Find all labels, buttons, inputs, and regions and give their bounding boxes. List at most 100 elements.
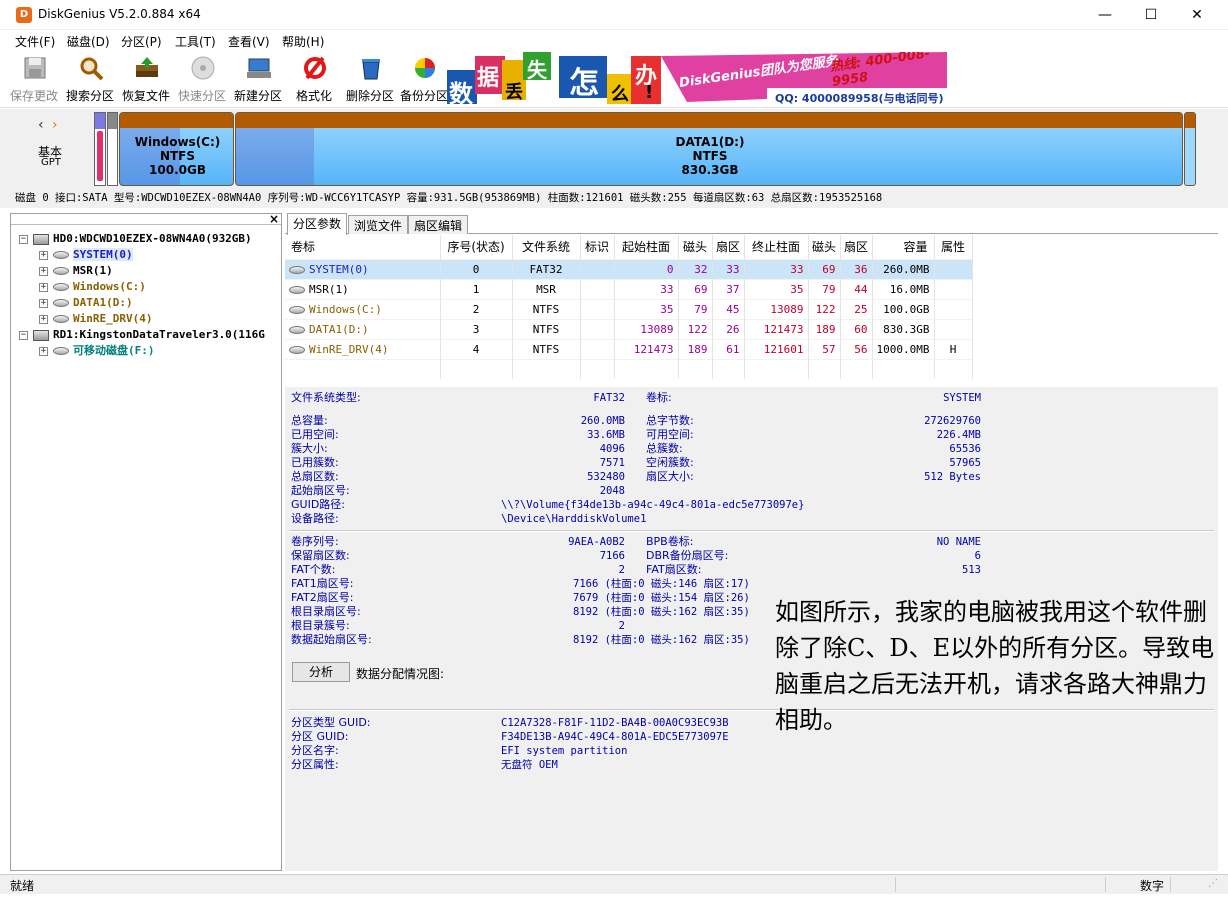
disk-next-icon[interactable]: ›	[52, 117, 58, 133]
partition-icon	[53, 283, 69, 291]
table-row[interactable]: WinRE_DRV(4) 4 NTFS 121473 189 61 121601…	[285, 338, 973, 359]
detail-label: 分区类型 GUID:	[291, 716, 371, 729]
detail-label: 总容量:	[291, 414, 328, 427]
detail-value: SYSTEM	[943, 392, 981, 404]
promo-banner[interactable]: 数 据 丢 失 怎 么 办 ! DiskGenius团队为您服务 热线: 400…	[447, 52, 947, 106]
col-header[interactable]: 卷标	[285, 235, 441, 259]
detail-value: 57965	[949, 457, 981, 469]
col-header[interactable]: 容量	[872, 235, 935, 259]
partition-icon	[53, 251, 69, 259]
numlock-indicator: 数字	[1140, 879, 1165, 893]
banner-char: !	[645, 82, 654, 103]
question-caption: 如图所示，我家的电脑被我用这个软件删除了除C、D、E以外的所有分区。导致电脑重启…	[775, 598, 1215, 734]
col-header[interactable]: 磁头	[678, 235, 713, 259]
search-partition-button[interactable]: 搜索分区	[62, 52, 118, 106]
recover-files-button[interactable]: 恢复文件	[118, 52, 174, 106]
partition-c-block[interactable]: Windows(C:) NTFS 100.0GB	[119, 112, 234, 186]
partition-c-fs: NTFS	[159, 149, 196, 163]
tab-browse-files[interactable]: 浏览文件	[348, 215, 409, 234]
detail-value: 7571	[599, 457, 625, 469]
col-header[interactable]: 序号(状态)	[440, 235, 513, 259]
menu-partition[interactable]: 分区(P)	[121, 33, 162, 50]
partition-c-name: Windows(C:)	[134, 135, 221, 149]
detail-label: 起始扇区号:	[291, 484, 350, 497]
col-header[interactable]: 扇区	[840, 235, 873, 259]
disk-scheme-label: GPT	[41, 157, 61, 168]
table-row[interactable]: Windows(C:) 2 NTFS 35 79 45 13089 122 25…	[285, 298, 973, 319]
minimize-button[interactable]: —	[1082, 0, 1128, 30]
tab-partition-params[interactable]: 分区参数	[287, 213, 348, 235]
banner-char: 失	[527, 58, 547, 82]
col-header[interactable]: 终止柱面	[744, 235, 809, 259]
delete-icon	[362, 59, 380, 80]
new-partition-button[interactable]: 新建分区	[230, 52, 286, 106]
menu-file[interactable]: 文件(F)	[15, 33, 55, 50]
partition-icon	[289, 345, 305, 354]
detail-value: FAT32	[593, 392, 625, 404]
col-header[interactable]: 属性	[934, 235, 973, 259]
divider	[289, 530, 1214, 532]
disk-tree-panel: × − HD0:WDCWD10EZEX-08WN4A0(932GB) + SYS…	[10, 212, 282, 871]
maximize-button[interactable]: ☐	[1128, 0, 1174, 30]
table-row[interactable]: MSR(1) 1 MSR 33 69 37 35 79 44 16.0MB	[285, 278, 973, 299]
recover-icon	[136, 57, 158, 77]
table-row[interactable]: SYSTEM(0) 0 FAT32 0 32 33 33 69 36 260.0…	[285, 258, 973, 279]
partition-system-block[interactable]	[94, 112, 106, 186]
backup-icon	[415, 58, 435, 78]
usb-disk-icon	[33, 329, 49, 341]
close-button[interactable]: ✕	[1174, 0, 1220, 30]
col-header[interactable]: 标识	[580, 235, 615, 259]
partition-d-fs: NTFS	[692, 149, 728, 163]
col-header[interactable]: 磁头	[808, 235, 841, 259]
menu-help[interactable]: 帮助(H)	[282, 33, 324, 50]
detail-value: 7679 (柱面:0 磁头:154 扇区:26)	[573, 592, 750, 604]
disk-prev-icon[interactable]: ‹	[38, 117, 44, 133]
banner-char: 怎	[569, 66, 599, 101]
partition-table: 卷标 序号(状态) 文件系统 标识 起始柱面 磁头 扇区 终止柱面 磁头 扇区 …	[285, 235, 973, 379]
save-changes-button[interactable]: 保存更改	[6, 52, 62, 106]
col-header[interactable]: 扇区	[712, 235, 745, 259]
detail-label: 总字节数:	[646, 414, 694, 427]
disk-map: ‹ › 基本 GPT Windows(C:) NTFS 100.0GB DATA…	[0, 109, 1228, 188]
col-header[interactable]: 文件系统	[512, 235, 581, 259]
menu-tools[interactable]: 工具(T)	[175, 33, 216, 50]
detail-label: 已用簇数:	[291, 456, 339, 469]
partition-winre-block[interactable]	[1184, 112, 1196, 186]
quick-partition-icon	[191, 56, 215, 80]
col-header[interactable]: 起始柱面	[614, 235, 679, 259]
format-button[interactable]: 格式化	[286, 52, 342, 106]
detail-label: 分区名字:	[291, 744, 339, 757]
detail-value: 7166 (柱面:0 磁头:146 扇区:17)	[573, 578, 750, 590]
detail-value: \\?\Volume{f34de13b-a94c-49c4-801a-edc5e…	[501, 499, 805, 511]
detail-value: 8192 (柱面:0 磁头:162 扇区:35)	[573, 634, 750, 646]
delete-partition-button[interactable]: 删除分区	[342, 52, 398, 106]
detail-value: F34DE13B-A94C-49C4-801A-EDC5E773097E	[501, 731, 729, 743]
detail-label: 卷标:	[646, 391, 672, 404]
backup-partition-button[interactable]: 备份分区	[396, 52, 452, 106]
menu-bar: 文件(F) 磁盘(D) 分区(P) 工具(T) 查看(V) 帮助(H)	[0, 30, 1228, 52]
format-icon	[304, 56, 326, 80]
partition-msr-block[interactable]	[107, 112, 118, 186]
quick-partition-button[interactable]: 快速分区	[174, 52, 230, 106]
detail-value: 2048	[599, 485, 625, 497]
partition-icon	[53, 299, 69, 307]
partition-d-size: 830.3GB	[681, 163, 739, 177]
status-text: 就绪	[10, 879, 35, 893]
resize-grip-icon[interactable]: ⋰	[1208, 878, 1218, 889]
menu-disk[interactable]: 磁盘(D)	[67, 33, 110, 50]
partition-icon	[289, 265, 305, 274]
tab-sector-editor[interactable]: 扇区编辑	[408, 215, 469, 234]
detail-label: 数据起始扇区号:	[291, 633, 372, 646]
banner-char: 么	[611, 84, 629, 105]
hard-disk-icon	[33, 233, 49, 245]
detail-label: GUID路径:	[291, 498, 345, 511]
allocation-map-label: 数据分配情况图:	[356, 667, 445, 681]
banner-char: 据	[477, 66, 500, 91]
table-row[interactable]: DATA1(D:) 3 NTFS 13089 122 26 121473 189…	[285, 318, 973, 339]
partition-detail-panel: 分区参数 浏览文件 扇区编辑 卷标 序号(状态) 文件系统 标识 起始柱面 磁头…	[285, 213, 1218, 871]
detail-label: FAT扇区数:	[646, 563, 702, 576]
menu-view[interactable]: 查看(V)	[228, 33, 270, 50]
banner-qq: QQ: 4000089958(与电话同号)	[775, 92, 944, 105]
analyze-button[interactable]: 分析	[292, 662, 350, 682]
partition-d-block[interactable]: DATA1(D:) NTFS 830.3GB	[235, 112, 1183, 186]
